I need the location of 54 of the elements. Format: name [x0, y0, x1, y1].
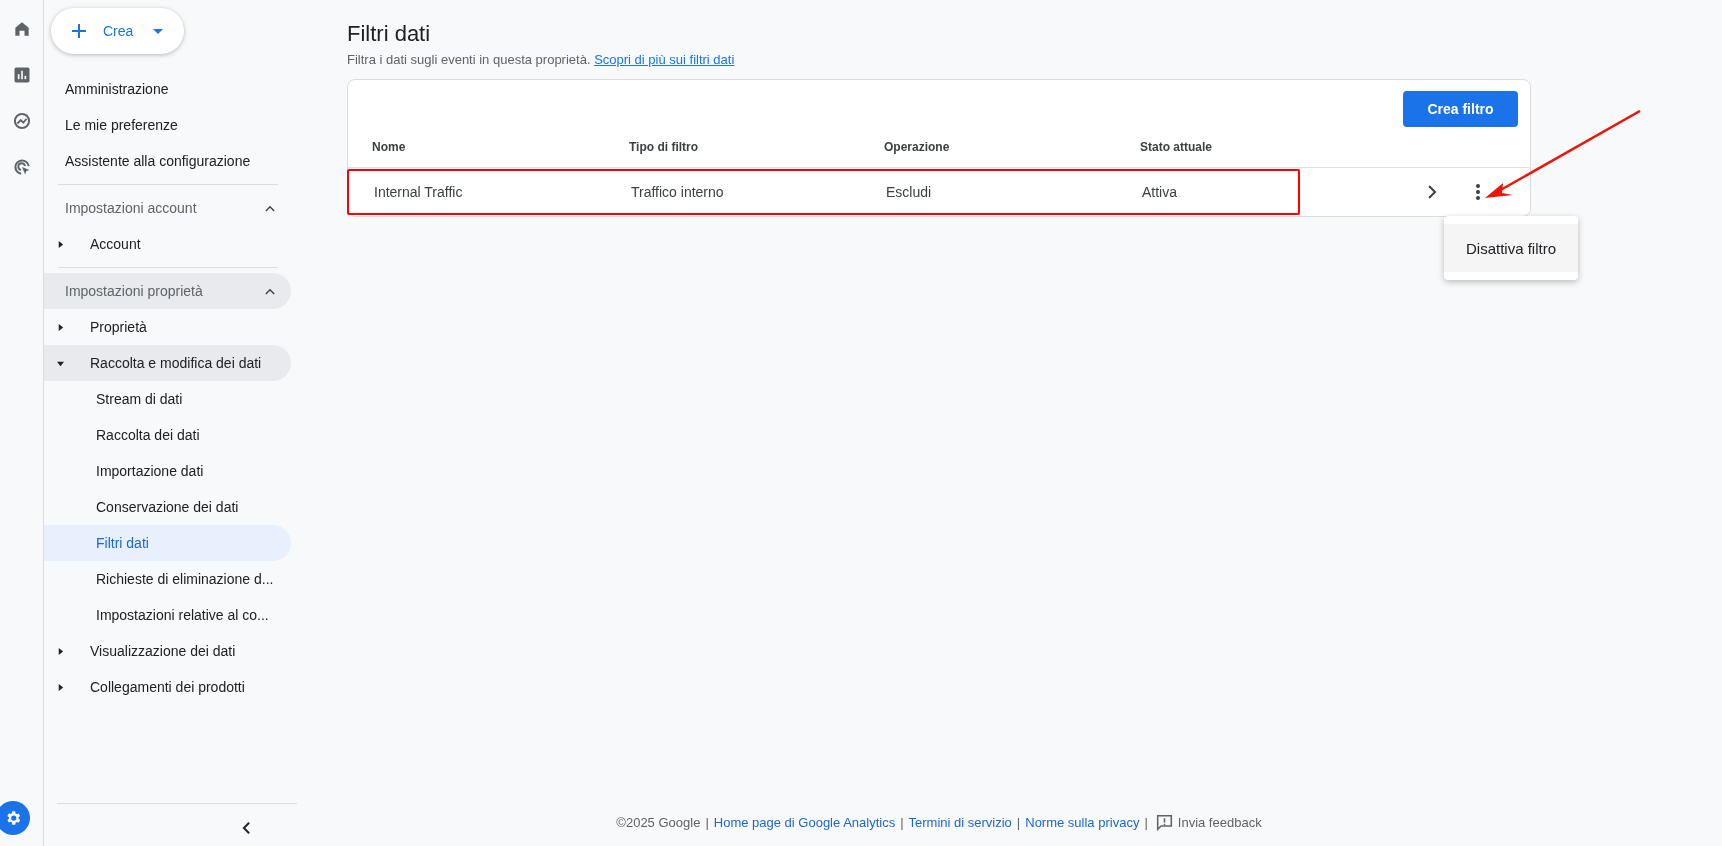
sidebar-item[interactable]: Raccolta dei dati: [44, 417, 291, 453]
tree-item[interactable]: Visualizzazione dei dati: [44, 633, 291, 669]
separator: |: [900, 815, 904, 830]
triangle-icon: [57, 647, 64, 655]
feedback-button[interactable]: Invia feedback: [1155, 814, 1262, 831]
page-title: Filtri dati: [347, 20, 432, 48]
create-filter-button[interactable]: Crea filtro: [1403, 91, 1518, 127]
page-description: Filtra i dati sugli eventi in questa proprietà.: [347, 52, 591, 67]
separator: |: [1144, 815, 1148, 830]
tree-item[interactable]: Account: [44, 226, 291, 262]
settings-icon[interactable]: [0, 801, 30, 835]
triangle-icon: [57, 683, 64, 691]
section-header[interactable]: Impostazioni proprietà: [44, 273, 291, 309]
chevron-icon: [265, 204, 275, 212]
sidebar-item[interactable]: Assistente alla configurazione: [44, 143, 300, 179]
more-options-icon[interactable]: [1474, 182, 1482, 202]
sidebar-item[interactable]: Filtri dati: [44, 525, 291, 561]
section-header[interactable]: Impostazioni account: [44, 190, 291, 226]
sidebar-item[interactable]: Stream di dati: [44, 381, 291, 417]
table-cell-text: Attiva: [1142, 184, 1178, 200]
copyright-text: ©2025 Google: [616, 815, 701, 830]
menu-item[interactable]: Disattiva filtro: [1444, 224, 1578, 272]
help-link[interactable]: Scopri di più sui filtri dati: [594, 52, 735, 67]
create-button[interactable]: Crea: [51, 8, 184, 54]
column-header: Stato attuale: [1140, 140, 1213, 154]
feedback-icon: [1155, 814, 1173, 831]
footer-link[interactable]: Home page di Google Analytics: [713, 815, 896, 830]
tree-item[interactable]: Collegamenti dei prodotti: [44, 669, 291, 705]
separator: |: [705, 815, 709, 830]
sidebar-item[interactable]: Conservazione dei dati: [44, 489, 291, 525]
chevron-icon: [265, 287, 275, 295]
table-cell-text: Internal Traffic: [373, 184, 464, 200]
tree-item[interactable]: Raccolta e modifica dei dati: [44, 345, 291, 381]
sidebar-item[interactable]: Le mie preferenze: [44, 107, 300, 143]
cursor-target-icon[interactable]: [11, 157, 32, 177]
table-cell-text: Traffico interno: [631, 184, 725, 200]
caret-icon: [153, 28, 164, 34]
sidebar-item[interactable]: Impostazioni relative al co...: [44, 597, 291, 633]
sidebar-item[interactable]: Amministrazione: [44, 71, 300, 107]
table-cell-text: Escludi: [886, 184, 933, 200]
column-header: Nome: [371, 140, 407, 154]
triangle-icon: [57, 323, 64, 331]
footer-link[interactable]: Termini di servizio: [908, 815, 1012, 830]
triangle-icon: [57, 359, 64, 367]
footer-link[interactable]: Norme sulla privacy: [1025, 815, 1140, 830]
column-header: Tipo di filtro: [629, 140, 700, 154]
column-header: Operazione: [884, 140, 951, 154]
tree-item[interactable]: Proprietà: [44, 309, 291, 345]
plus-icon: [71, 23, 87, 39]
sidebar-item[interactable]: Richieste di eliminazione d...: [44, 561, 291, 597]
trend-circle-icon[interactable]: [11, 111, 32, 131]
separator: |: [1016, 815, 1021, 830]
sidebar-item[interactable]: Importazione dati: [44, 453, 291, 489]
triangle-icon: [57, 240, 64, 248]
